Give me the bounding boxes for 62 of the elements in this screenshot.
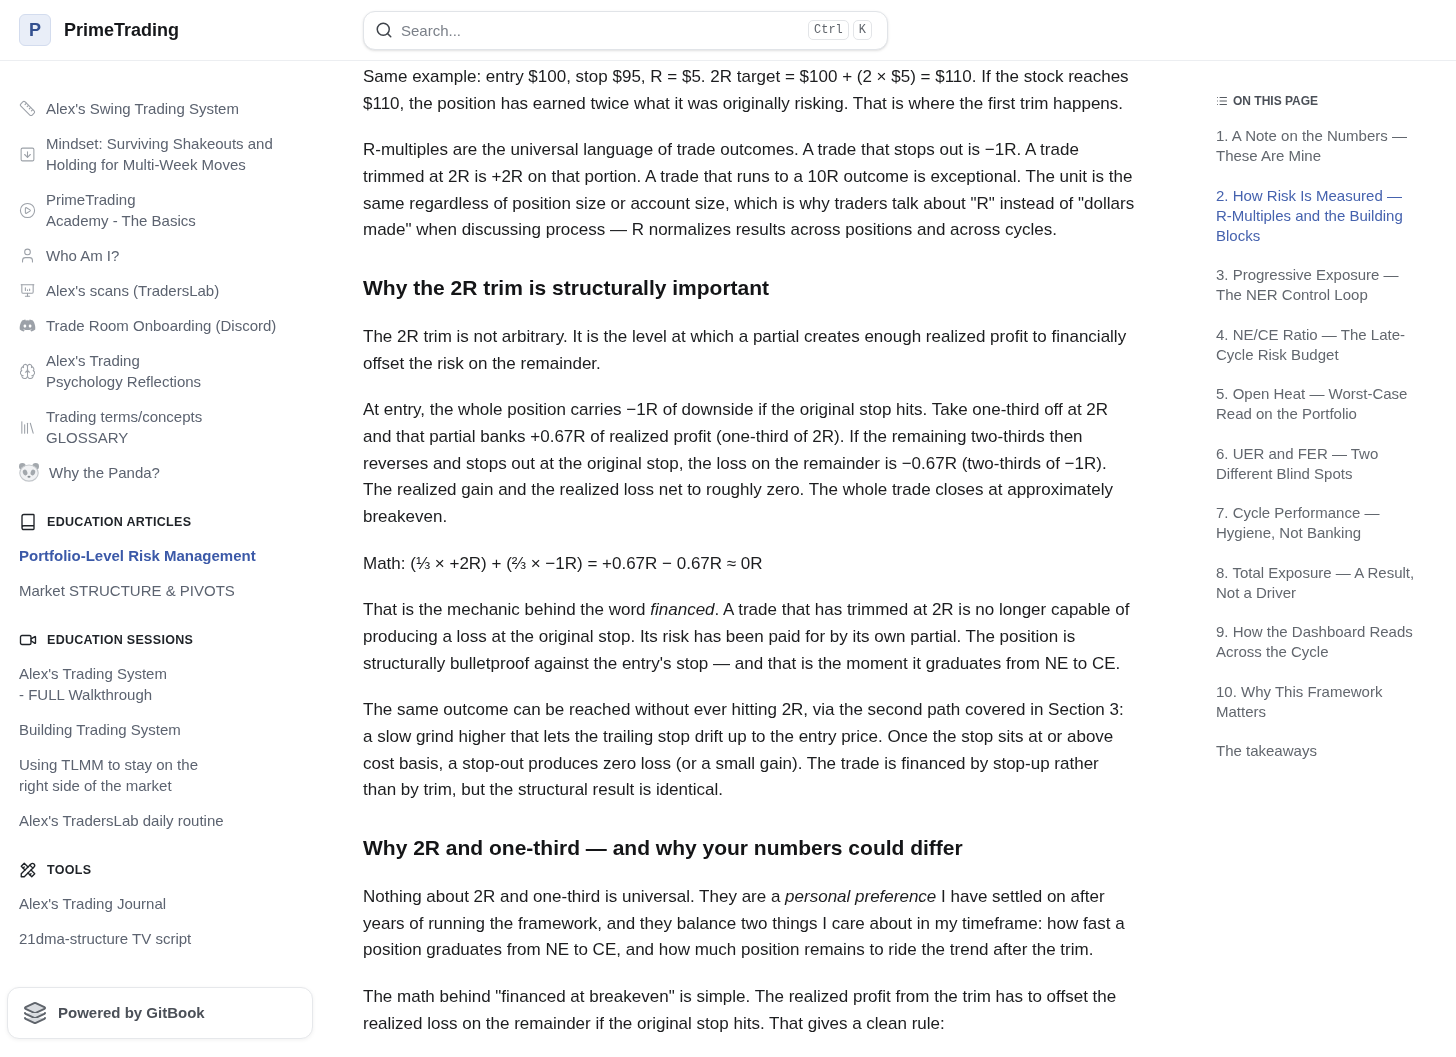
paragraph: Math: (⅓ × +2R) + (⅔ × −1R) = +0.67R − 0.67R ≈ 0R <box>363 552 764 575</box>
nav-link[interactable]: Alex's Trading Psychology Reflections <box>19 343 320 399</box>
nav-link[interactable]: Portfolio-Level Risk Management <box>19 538 320 573</box>
nav-link[interactable]: Who Am I? <box>19 238 320 273</box>
paragraph: The 2R trim is not arbitrary. It is the level at which a partial creates enough realized profit to financially offset the risk on the remainder. <box>363 326 1128 375</box>
paragraph: The math behind "financed at breakeven" is simple. The realized profit from the trim has to offset the realized loss on the remainder if the original stop hits. That gives a clean rule: <box>363 986 1118 1035</box>
paragraph: That is the mechanic behind the word financed. A trade that has trimmed at 2R is no longer capable of producing a loss at the original stop. Its risk has been paid for by its own partial. The position is structurally bulletproof against the entry's stop — and that is the moment it graduates from NE to CE. <box>363 599 1131 675</box>
nav-link[interactable]: Mindset: Surviving Shakeouts and Holding for Multi-Week Moves <box>19 126 320 182</box>
nav-link[interactable]: Building Trading System <box>19 712 320 747</box>
books-icon <box>19 418 36 436</box>
toc-link[interactable]: 4. NE/CE Ratio — The Late- Cycle Risk Budget <box>1216 324 1456 365</box>
layers-icon <box>23 1001 47 1025</box>
toc-link[interactable]: 3. Progressive Exposure — The NER Control Loop <box>1216 265 1456 305</box>
ruler-icon <box>19 100 36 117</box>
nav-link[interactable]: PrimeTrading Academy - The Basics <box>19 182 320 238</box>
presentation-chart-icon <box>19 282 36 299</box>
nav-link[interactable]: Alex's Swing Trading System <box>19 91 320 126</box>
play-icon <box>19 201 36 219</box>
tools-icon <box>19 861 37 879</box>
nav-link[interactable]: Alex's TradersLab daily routine <box>19 803 320 838</box>
section-title: EDUCATION SESSIONS <box>47 631 194 649</box>
paragraph: R-multiples are the universal language of trade outcomes. A trade that stops out is −1R. A trade trimmed at 2R is +2R on that portion. A trade that runs to a 10R outcome is exceptional. The unit is the same regardless of position size or account size, which is why traders talk about "R" instead of "dollars made" when discussing process — R normalizes results across positions and across cycles. <box>363 139 1136 242</box>
paragraph: At entry, the whole position carries −1R of downside if the original stop hits. Take one-third off at 2R and that partial banks +0.67R of realized profit (one-third of 2R). If the remaining two-thirds then reverses and stops out at the original stop, the loss on the remainder is −0.67R (two-thirds of −1R). The realized gain and the realized loss net to roughly zero. The whole trade closes at approximately breakeven. <box>363 399 1114 529</box>
nav-link[interactable]: Why the Panda? <box>19 455 320 490</box>
nav-link[interactable]: Alex's Trading System - FULL Walkthrough <box>19 656 320 712</box>
panda-icon <box>19 463 39 482</box>
nav-link[interactable]: Alex's scans (TradersLab) <box>19 273 320 308</box>
brain-icon <box>19 362 36 380</box>
paragraph: Same example: entry $100, stop $95, R = $5. 2R target = $100 + (2 × $5) = $110. If the stock reaches $110, the position has earned twice what it was originally risking. That is where the first trim happens. <box>363 66 1130 115</box>
toc-link[interactable]: 10. Why This Framework Matters <box>1216 681 1456 722</box>
list-icon <box>1216 95 1228 107</box>
search-icon <box>375 20 393 39</box>
toc-link[interactable]: 2. How Risk Is Measured — R-Multiples and the Building Blocks <box>1216 185 1456 246</box>
section-heading: Why 2R and one-third — and why your numbers could differ <box>363 835 964 862</box>
nav-link[interactable]: Trade Room Onboarding (Discord) <box>19 308 320 343</box>
user-icon <box>19 247 36 264</box>
nav-link[interactable]: Using TLMM to stay on the right side of the market <box>19 747 320 803</box>
toc-title: ON THIS PAGE <box>1233 93 1319 110</box>
site-name[interactable]: PrimeTrading <box>64 16 180 44</box>
discord-icon <box>19 317 36 334</box>
toc-link[interactable]: 1. A Note on the Numbers — These Are Mine <box>1216 126 1456 166</box>
toc-link[interactable]: The takeaways <box>1216 741 1456 761</box>
section-heading: Why the 2R trim is structurally important <box>363 275 771 302</box>
section-title: TOOLS <box>47 861 92 879</box>
nav-link[interactable]: Trading terms/concepts GLOSSARY <box>19 399 320 455</box>
toc-link[interactable]: 8. Total Exposure — A Result, Not a Driver <box>1216 562 1456 603</box>
powered-by-link[interactable]: Powered by GitBook <box>7 987 313 1039</box>
toc-link[interactable]: 9. How the Dashboard Reads Across the Cycle <box>1216 622 1456 662</box>
toc-link[interactable]: 5. Open Heat — Worst-Case Read on the Portfolio <box>1216 384 1456 424</box>
paragraph: Nothing about 2R and one-third is universal. They are a personal preference I have settled on after years of running the framework, and they balance two things I care about in my timeframe: how fast a position graduates from NE to CE, and how much position remains to ride the trend after the trim. <box>363 886 1126 962</box>
toc-link[interactable]: 7. Cycle Performance — Hygiene, Not Banking <box>1216 503 1456 543</box>
section-title: EDUCATION ARTICLES <box>47 513 192 531</box>
shortcut-key: Ctrl <box>808 19 849 40</box>
site-logo[interactable]: P <box>19 14 51 46</box>
toc-link[interactable]: 6. UER and FER — Two Different Blind Spots <box>1216 443 1456 484</box>
paragraph: The same outcome can be reached without ever hitting 2R, via the second path covered in Section 3: a slow grind higher that lets the trailing stop drift up to the entry price. Once the stop sits at or above cost basis, a stop-out produces zero loss (or a small gain). The trade is financed by stop-up rather than by trim, but the structural result is identical. <box>363 699 1125 802</box>
shortcut-key: K <box>852 19 872 40</box>
nav-link[interactable]: Alex's Trading Journal <box>19 886 320 921</box>
nav-link[interactable]: Market STRUCTURE & PIVOTS <box>19 573 320 608</box>
download-icon <box>19 145 36 163</box>
nav-link[interactable]: 21dma-structure TV script <box>19 921 320 956</box>
book-icon <box>19 513 37 531</box>
